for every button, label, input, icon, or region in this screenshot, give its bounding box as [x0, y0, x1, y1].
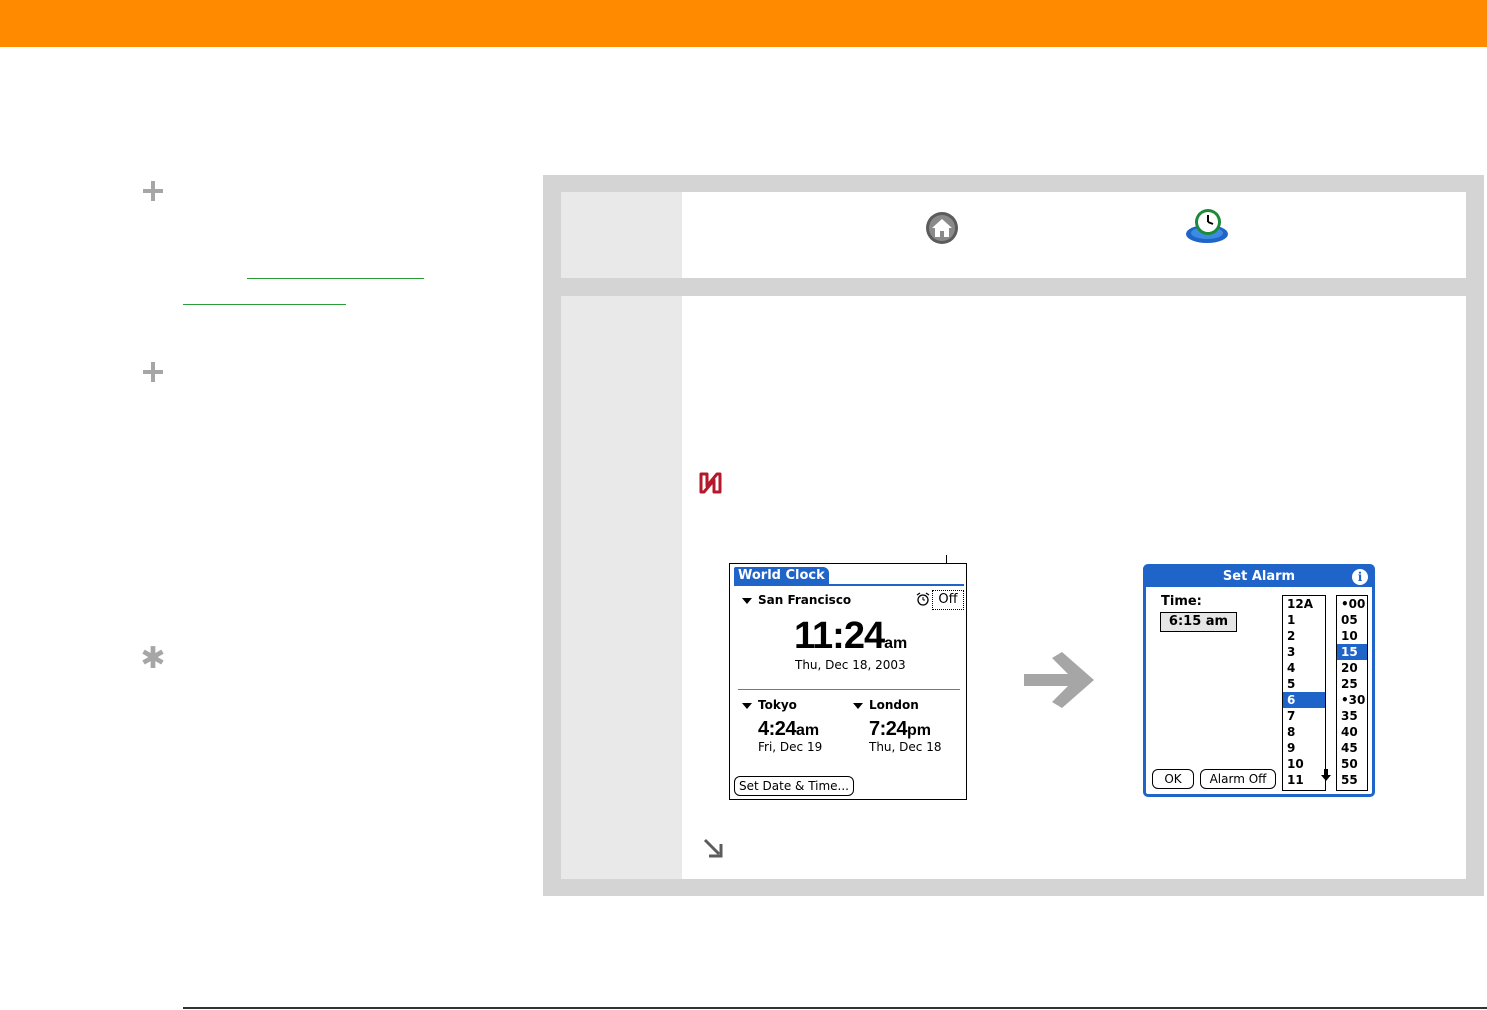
hour-item[interactable]: 2	[1283, 628, 1325, 644]
city3-date: Thu, Dec 18	[869, 740, 942, 754]
step-1-body	[682, 192, 1466, 278]
primary-date: Thu, Dec 18, 2003	[795, 658, 906, 672]
hour-item[interactable]: 10	[1283, 756, 1325, 772]
minute-list[interactable]: •00 05 10 15 20 25 •30 35 40 45 50 55	[1336, 595, 1368, 791]
minute-item[interactable]: 05	[1337, 612, 1367, 628]
city3-ampm: pm	[907, 722, 932, 739]
alarm-off-button[interactable]: Alarm Off	[1200, 769, 1276, 789]
city2-time: 4:24am	[758, 718, 819, 742]
home-icon	[926, 212, 958, 244]
world-clock-screen: World Clock San Francisco Off 11:24am Th…	[729, 563, 967, 800]
plus-icon	[141, 179, 165, 203]
city3-picker[interactable]: London	[853, 698, 919, 712]
hour-item[interactable]: 3	[1283, 644, 1325, 660]
hour-item[interactable]: 7	[1283, 708, 1325, 724]
primary-city-picker[interactable]: San Francisco	[742, 593, 851, 607]
set-date-time-button[interactable]: Set Date & Time...	[734, 776, 854, 796]
world-clock-app-icon	[1186, 209, 1228, 243]
hyperlink-underline[interactable]	[247, 278, 424, 279]
step-1-number-cell	[561, 192, 682, 278]
divider	[738, 689, 960, 690]
primary-city-label: San Francisco	[758, 593, 852, 607]
dropdown-triangle-icon	[742, 597, 752, 604]
city2-time-value: 4:24	[758, 718, 797, 740]
plus-icon	[141, 360, 165, 384]
dropdown-triangle-icon	[853, 702, 863, 709]
minute-item[interactable]: 25	[1337, 676, 1367, 692]
city3-label: London	[869, 698, 919, 712]
hour-item[interactable]: 1	[1283, 612, 1325, 628]
city3-time-value: 7:24	[869, 718, 908, 740]
minute-item[interactable]: 35	[1337, 708, 1367, 724]
hour-item[interactable]: 6	[1283, 692, 1325, 708]
primary-time-value: 11:24	[794, 615, 885, 657]
minute-item[interactable]: 20	[1337, 660, 1367, 676]
ok-button[interactable]: OK	[1152, 769, 1194, 789]
hour-item[interactable]: 9	[1283, 740, 1325, 756]
hour-item[interactable]: 8	[1283, 724, 1325, 740]
city2-ampm: am	[796, 722, 820, 739]
time-value-field[interactable]: 6:15 am	[1160, 612, 1237, 632]
hour-list[interactable]: 12A 1 2 3 4 5 6 7 8 9 10 11	[1282, 595, 1331, 791]
minute-item[interactable]: 10	[1337, 628, 1367, 644]
hour-item[interactable]: 4	[1283, 660, 1325, 676]
info-icon[interactable]: i	[1352, 569, 1368, 585]
scroll-down-arrow-icon[interactable]	[1321, 769, 1331, 781]
step-2-number-cell	[561, 296, 682, 879]
continue-arrow-icon	[703, 838, 723, 858]
minute-item[interactable]: 15	[1337, 644, 1367, 660]
footer-rule	[183, 1007, 1487, 1009]
set-alarm-title: Set Alarm	[1146, 567, 1372, 587]
hyperlink-underline[interactable]	[183, 304, 346, 305]
city2-label: Tokyo	[758, 698, 797, 712]
header-bar	[0, 0, 1487, 47]
minute-item[interactable]: 50	[1337, 756, 1367, 772]
city2-date: Fri, Dec 19	[758, 740, 823, 754]
primary-time: 11:24am	[794, 616, 907, 664]
minute-item[interactable]: 40	[1337, 724, 1367, 740]
minute-item[interactable]: •00	[1337, 596, 1367, 612]
primary-ampm: am	[884, 635, 908, 652]
minute-item[interactable]: 55	[1337, 772, 1367, 788]
minute-item[interactable]: 45	[1337, 740, 1367, 756]
asterisk-icon: ✱	[140, 641, 166, 676]
title-rule	[734, 584, 964, 586]
hour-item[interactable]: 12A	[1283, 596, 1325, 612]
minute-item[interactable]: •30	[1337, 692, 1367, 708]
city2-picker[interactable]: Tokyo	[742, 698, 797, 712]
tip-icon	[699, 472, 722, 494]
hour-item[interactable]: 5	[1283, 676, 1325, 692]
time-label: Time:	[1161, 594, 1202, 609]
hour-item[interactable]: 11	[1283, 772, 1325, 788]
city3-time: 7:24pm	[869, 718, 931, 742]
set-alarm-dialog: Set Alarm i Time: 6:15 am 12A 1 2 3 4 5 6 7 8 9 10…	[1143, 564, 1375, 797]
dropdown-triangle-icon	[742, 702, 752, 709]
right-arrow-icon	[1024, 652, 1094, 708]
alarm-clock-icon	[916, 592, 930, 606]
world-clock-title: World Clock	[734, 567, 829, 585]
alarm-off-button[interactable]: Off	[932, 590, 964, 610]
